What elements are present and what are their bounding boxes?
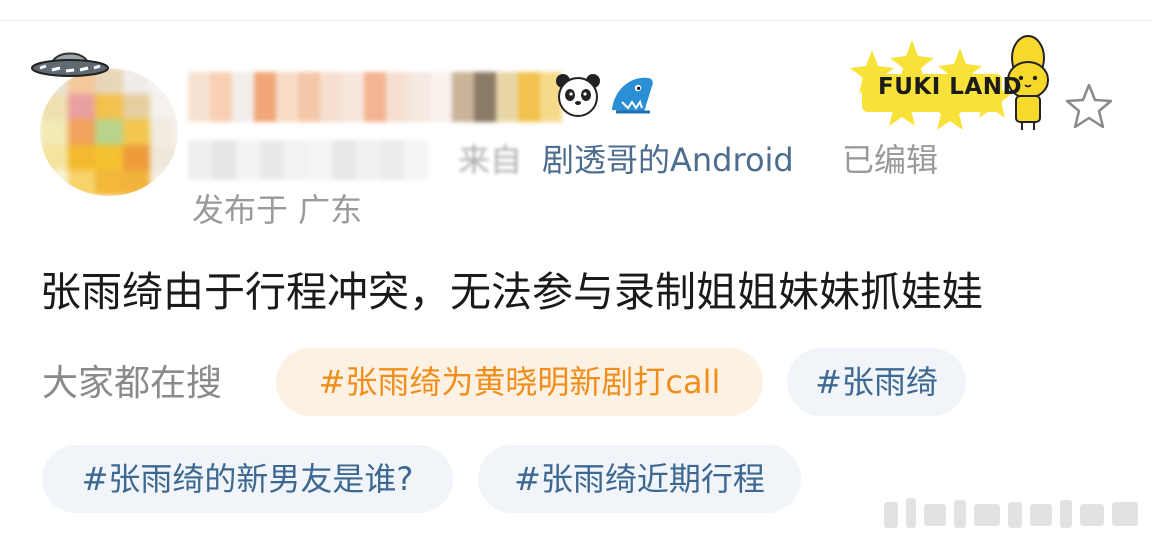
watermark (884, 498, 1138, 528)
hashtag-chip[interactable]: #张雨绮近期行程 (478, 445, 801, 513)
username-blurred[interactable] (188, 72, 562, 122)
trending-search-label: 大家都在搜 (42, 363, 223, 404)
avatar-mosaic (40, 68, 178, 196)
edited-label: 已编辑 (842, 141, 939, 179)
post-time-blurred (188, 140, 428, 180)
star-icon[interactable] (1064, 82, 1114, 130)
hashtag-chip[interactable]: #张雨绮为黄晓明新剧打call (276, 348, 763, 416)
hashtag-chip[interactable]: #张雨绮的新男友是谁? (42, 445, 453, 513)
shark-icon (612, 77, 653, 114)
location-text: 发布于 广东 (192, 191, 363, 229)
top-divider (0, 20, 1152, 21)
post-body-text: 张雨绮由于行程冲突，无法参与录制姐姐妹妹抓娃娃 (40, 268, 983, 316)
avatar[interactable] (40, 68, 178, 196)
hashtag-chip[interactable]: #张雨绮 (787, 348, 966, 416)
source-link[interactable]: 剧透哥的Android (542, 138, 794, 182)
fuki-land-label: FUKI LAND (878, 74, 1023, 100)
ufo-icon (31, 52, 109, 77)
source-prefix: 来自 (458, 141, 523, 179)
panda-icon (556, 74, 600, 117)
